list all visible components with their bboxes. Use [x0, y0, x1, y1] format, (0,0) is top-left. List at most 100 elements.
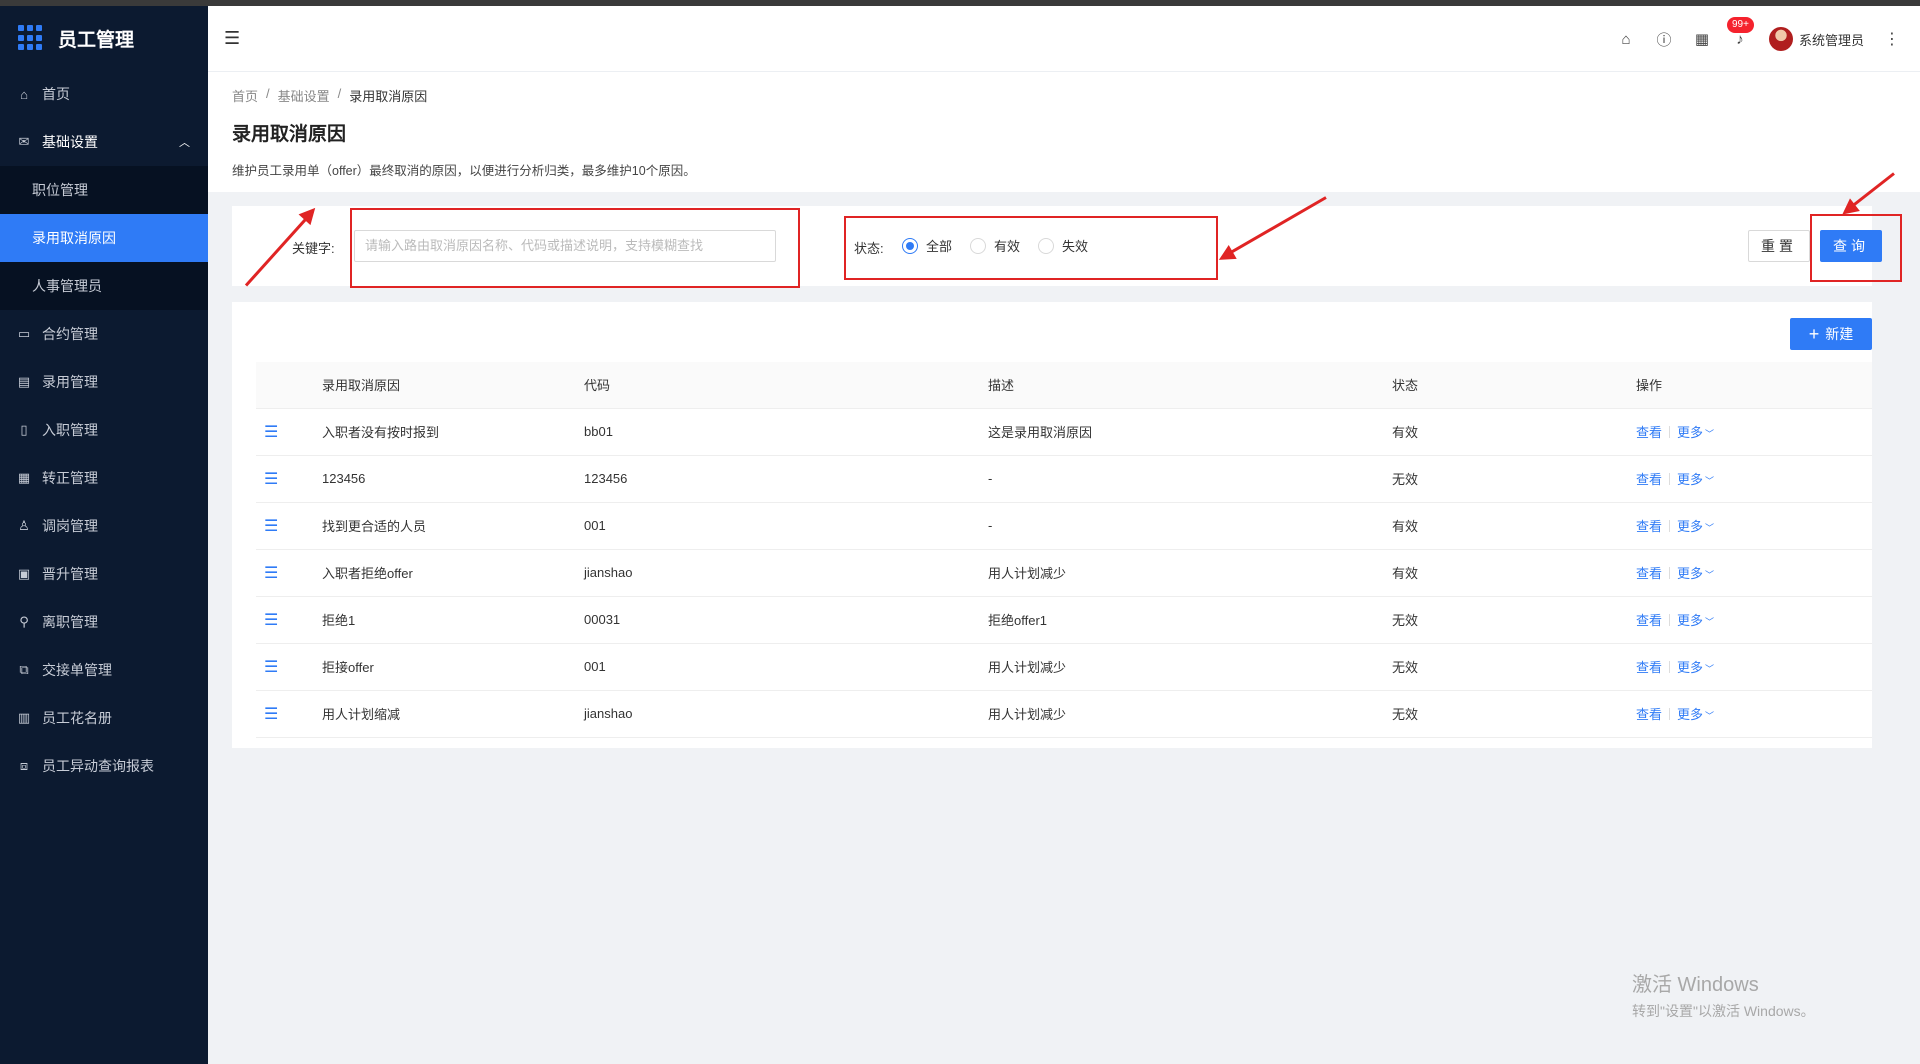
- column-header: 描述: [988, 362, 1392, 409]
- action-divider: [1669, 567, 1671, 579]
- cell-description: 拒绝offer1: [988, 596, 1392, 644]
- avatar: [1768, 27, 1793, 51]
- more-dropdown[interactable]: 更多 ﹀: [1677, 660, 1714, 675]
- new-button[interactable]: + 新建: [1790, 318, 1872, 350]
- home-icon[interactable]: ⌂: [1617, 30, 1635, 48]
- sidebar-item-onboarding[interactable]: ▯ 入职管理: [0, 406, 208, 454]
- user-icon: ♙: [18, 518, 30, 533]
- table-row: ☰ 入职者拒绝offer jianshao 用人计划减少 有效 查看 更多 ﹀: [256, 549, 1872, 597]
- cell-actions: 查看 更多 ﹀: [1636, 596, 1872, 644]
- sidebar-item-promotion[interactable]: ▣ 晋升管理: [0, 550, 208, 598]
- watermark-title: 激活 Windows: [1632, 974, 1759, 996]
- calendar-icon: ▭: [17, 326, 31, 341]
- more-dropdown[interactable]: 更多 ﹀: [1677, 425, 1714, 440]
- sidebar-item-change-report[interactable]: ⧈ 员工异动查询报表: [0, 742, 208, 790]
- view-link[interactable]: 查看: [1636, 472, 1662, 487]
- cell-actions: 查看 更多 ﹀: [1636, 502, 1872, 550]
- more-vertical-icon[interactable]: ⋮: [1884, 29, 1900, 49]
- cell-status: 无效: [1392, 455, 1636, 503]
- sidebar-item-roster[interactable]: ▥ 员工花名册: [0, 694, 208, 742]
- sidebar-item-label: 合约管理: [42, 326, 98, 342]
- submenu-basic-settings: 职位管理 录用取消原因 人事管理员: [0, 166, 208, 310]
- breadcrumb-parent[interactable]: 基础设置: [278, 86, 330, 105]
- sidebar-item-home[interactable]: ⌂ 首页: [0, 70, 208, 118]
- user-menu[interactable]: 系统管理员: [1768, 27, 1864, 51]
- column-header: 操作: [1636, 362, 1872, 409]
- action-divider: [1669, 614, 1671, 626]
- drag-handle-icon[interactable]: ☰: [256, 502, 322, 550]
- view-link[interactable]: 查看: [1636, 425, 1662, 440]
- watermark-subtitle: 转到"设置"以激活 Windows。: [1632, 1003, 1815, 1019]
- home-icon: ⌂: [20, 86, 28, 102]
- column-header: 代码: [584, 362, 988, 409]
- top-header: ☰ ⌂ ⓘ ▦ ♪ 99+ 系统管理员 ⋮: [208, 6, 1920, 72]
- windows-activation-watermark: 激活 Windows 转到"设置"以激活 Windows。: [1632, 968, 1815, 1021]
- page-header: 首页 / 基础设置 / 录用取消原因 录用取消原因 维护员工录用单（offer）…: [208, 72, 1920, 192]
- more-dropdown[interactable]: 更多 ﹀: [1677, 566, 1714, 581]
- sidebar-item-regularization[interactable]: ▦ 转正管理: [0, 454, 208, 502]
- cell-code: jianshao: [584, 549, 988, 597]
- cell-description: 用人计划减少: [988, 643, 1392, 691]
- reset-button[interactable]: 重置: [1748, 230, 1810, 262]
- bell-icon[interactable]: ♪ 99+: [1726, 17, 1754, 48]
- app-root: 员工管理 ⌂ 首页 ✉ 基础设置 ︿ 职位管理 录用取消原因 人事管理员 ▭ 合…: [0, 6, 1920, 1064]
- page-title: 录用取消原因: [232, 124, 347, 145]
- view-link[interactable]: 查看: [1636, 519, 1662, 534]
- view-link[interactable]: 查看: [1636, 660, 1662, 675]
- sidebar-item-label: 转正管理: [42, 470, 98, 486]
- cell-code: 00031: [584, 596, 988, 644]
- grid-icon[interactable]: ▦: [1693, 30, 1711, 48]
- sidebar-item-label: 调岗管理: [42, 518, 98, 534]
- report-icon: ⧈: [19, 758, 29, 773]
- more-dropdown[interactable]: 更多 ﹀: [1677, 472, 1714, 487]
- drag-handle-icon[interactable]: ☰: [256, 549, 322, 597]
- more-dropdown[interactable]: 更多 ﹀: [1677, 519, 1714, 534]
- view-link[interactable]: 查看: [1636, 566, 1662, 581]
- drag-handle-icon[interactable]: ☰: [256, 643, 322, 691]
- breadcrumb-home[interactable]: 首页: [232, 86, 258, 105]
- action-divider: [1669, 473, 1671, 485]
- chevron-down-icon: ﹀: [1705, 570, 1715, 580]
- more-label: 更多: [1677, 566, 1704, 581]
- sidebar-item-label: 录用管理: [42, 374, 98, 390]
- sidebar-item-transfer[interactable]: ♙ 调岗管理: [0, 502, 208, 550]
- view-link[interactable]: 查看: [1636, 613, 1662, 628]
- more-label: 更多: [1677, 707, 1704, 722]
- menu-fold-icon[interactable]: ☰: [224, 28, 244, 48]
- cell-status: 无效: [1392, 643, 1636, 691]
- table-row: ☰ 找到更合适的人员 001- 有效 查看 更多 ﹀: [256, 502, 1872, 550]
- cell-actions: 查看 更多 ﹀: [1636, 690, 1872, 738]
- sidebar-item-hiring[interactable]: ▤ 录用管理: [0, 358, 208, 406]
- cell-actions: 查看 更多 ﹀: [1636, 408, 1872, 456]
- sidebar-subitem-hr-admin[interactable]: 人事管理员: [0, 262, 208, 310]
- help-icon[interactable]: ⓘ: [1655, 30, 1673, 49]
- sidebar-subitem-position[interactable]: 职位管理: [0, 166, 208, 214]
- table-row: ☰ 用人计划缩减 jianshao 用人计划减少 无效 查看 更多 ﹀: [256, 690, 1872, 738]
- sidebar-item-label: 入职管理: [42, 422, 98, 438]
- more-dropdown[interactable]: 更多 ﹀: [1677, 707, 1714, 722]
- drag-handle-icon[interactable]: ☰: [256, 408, 322, 456]
- drag-handle-icon[interactable]: ☰: [256, 596, 322, 644]
- cell-reason: 拒接offer: [322, 643, 584, 691]
- action-divider: [1669, 661, 1671, 673]
- chevron-down-icon: ﹀: [1705, 476, 1715, 486]
- more-dropdown[interactable]: 更多 ﹀: [1677, 613, 1714, 628]
- cell-reason: 找到更合适的人员: [322, 502, 584, 550]
- header-actions: ⌂ ⓘ ▦ ♪ 99+ 系统管理员 ⋮: [1617, 6, 1900, 72]
- drag-handle-icon[interactable]: ☰: [256, 690, 322, 738]
- view-link[interactable]: 查看: [1636, 707, 1662, 722]
- cell-code: 001: [584, 502, 988, 550]
- chevron-up-icon: ︿: [179, 137, 190, 149]
- sidebar-item-label: 员工异动查询报表: [42, 758, 154, 774]
- sidebar-item-contract[interactable]: ▭ 合约管理: [0, 310, 208, 358]
- sidebar-item-resignation[interactable]: ⚲ 离职管理: [0, 598, 208, 646]
- cell-status: 无效: [1392, 596, 1636, 644]
- sidebar-subitem-cancel-reason[interactable]: 录用取消原因: [0, 214, 208, 262]
- sidebar-item-basic-settings[interactable]: ✉ 基础设置 ︿: [0, 118, 208, 166]
- cell-code: bb01: [584, 408, 988, 456]
- more-label: 更多: [1677, 660, 1704, 675]
- sidebar-item-handover[interactable]: ⧉ 交接单管理: [0, 646, 208, 694]
- table-row: ☰ 拒绝1 00031 拒绝offer1 无效 查看 更多 ﹀: [256, 596, 1872, 644]
- table-card: + 新建 录用取消原因 代码 描述 状态 操作 ☰ 入职者没有按时报到 bb01 这是录…: [232, 302, 1872, 748]
- drag-handle-icon[interactable]: ☰: [256, 455, 322, 503]
